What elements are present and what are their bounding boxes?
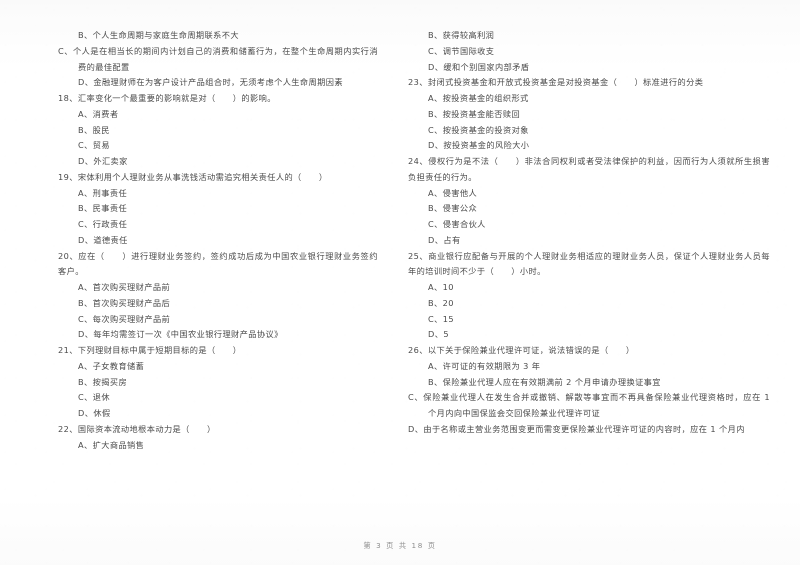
question-stem-25: 25、商业银行应配备与开展的个人理财业务相适应的理财业务人员，保证个人理财业务人… bbox=[408, 250, 770, 277]
option-item: D、道德责任 bbox=[78, 234, 128, 245]
option-item: D、缓和个别国家内部矛盾 bbox=[428, 61, 530, 72]
option-item: B、首次购买理财产品后 bbox=[78, 297, 171, 308]
option-item: C、按投资基金的投资对象 bbox=[428, 124, 529, 135]
option-item: C、15 bbox=[428, 313, 455, 324]
question-column-left: B、个人生命周期与家庭生命周期联系不大 C、个人是在相当长的期间内计划自己的消费… bbox=[0, 28, 400, 453]
option-item: D、按投资基金的风险大小 bbox=[428, 140, 530, 151]
option-item: D、金融理财师在为客户设计产品组合时，无须考虑个人生命周期因素 bbox=[78, 77, 343, 88]
question-stem-23: 23、封闭式投资基金和开放式投资基金是对投资基金（ ）标准进行的分类 bbox=[408, 77, 704, 88]
option-item: A、子女教育储蓄 bbox=[78, 360, 145, 371]
option-item: D、外汇卖家 bbox=[78, 156, 128, 166]
option-item: B、获得较高利润 bbox=[428, 30, 495, 40]
option-item: A、首次购买理财产品前 bbox=[78, 282, 171, 292]
left-column-questions: B、个人生命周期与家庭生命周期联系不大 C、个人是在相当长的期间内计划自己的消费… bbox=[58, 28, 378, 453]
option-item: C、退休 bbox=[78, 392, 110, 403]
page-footer: 第 3 页 共 18 页 bbox=[363, 541, 437, 550]
option-item: A、扩大商品销售 bbox=[78, 439, 145, 450]
option-item: B、20 bbox=[428, 297, 454, 308]
question-stem-18: 18、汇率变化一个最重要的影响就是对（ ）的影响。 bbox=[58, 93, 276, 103]
question-stem-24: 24、侵权行为是不法（ ）非法合同权利或者受法律保护的利益，因而行为人须就所生损… bbox=[408, 156, 770, 182]
option-item: C、行政责任 bbox=[78, 219, 128, 229]
question-stem-20: 20、应在（ ）进行理财业务签约，签约成功后成为中国农业银行理财业务签约客户。 bbox=[58, 250, 378, 277]
option-item: C、贸易 bbox=[78, 140, 110, 151]
option-item: C、侵害合伙人 bbox=[428, 219, 486, 229]
option-item: A、消费者 bbox=[78, 108, 119, 119]
option-item: D、5 bbox=[428, 329, 449, 340]
option-item: D、休假 bbox=[78, 408, 111, 418]
option-item: A、许可证的有效期限为 3 年 bbox=[428, 360, 541, 371]
option-item: D、占有 bbox=[428, 234, 461, 245]
option-item: B、个人生命周期与家庭生命周期联系不大 bbox=[78, 30, 239, 40]
option-item: D、每年均需签订一次《中国农业银行理财产品协议》 bbox=[78, 329, 283, 340]
question-stem-22: 22、国际资本流动地根本动力是（ ） bbox=[58, 423, 216, 434]
option-item: A、10 bbox=[428, 282, 454, 292]
option-item: C、每次购买理财产品前 bbox=[78, 313, 171, 324]
option-item: B、按投资基金能否赎回 bbox=[428, 108, 521, 119]
option-item: A、按投资基金的组织形式 bbox=[428, 93, 529, 103]
two-column-body: B、个人生命周期与家庭生命周期联系不大 C、个人是在相当长的期间内计划自己的消费… bbox=[0, 28, 800, 513]
option-item: C、个人是在相当长的期间内计划自己的消费和储蓄行为，在整个生命周期内实行消费的最… bbox=[58, 45, 378, 72]
question-stem-19: 19、宋体利用个人理财业务从事洗钱活动需追究相关责任人的（ ） bbox=[58, 171, 328, 182]
option-item: C、调节国际收支 bbox=[428, 45, 495, 56]
option-item: A、侵害他人 bbox=[428, 187, 478, 198]
right-column-questions: B、获得较高利润 C、调节国际收支 D、缓和个别国家内部矛盾 23、封闭式投资基… bbox=[408, 28, 770, 438]
question-stem-21: 21、下列理财目标中属于短期目标的是（ ） bbox=[58, 345, 242, 355]
option-item: B、按揭买房 bbox=[78, 376, 128, 387]
option-item: D、由于名称或主营业务范围变更而需变更保险兼业代理许可证的内容时，应在 1 个月… bbox=[408, 423, 745, 434]
option-item: B、保险兼业代理人应在有效期满前 2 个月申请办理换证事宜 bbox=[428, 376, 661, 387]
option-item: B、股民 bbox=[78, 124, 110, 135]
option-item: B、侵害公众 bbox=[428, 203, 478, 214]
option-item: B、民事责任 bbox=[78, 203, 128, 214]
option-item: C、保险兼业代理人在发生合并或撤销、解散等事宜而不再具备保险兼业代理资格时，应在… bbox=[408, 392, 770, 418]
question-stem-26: 26、以下关于保险兼业代理许可证，说法错误的是（ ） bbox=[408, 345, 635, 355]
option-item: A、刑事责任 bbox=[78, 187, 128, 198]
question-column-right: B、获得较高利润 C、调节国际收支 D、缓和个别国家内部矛盾 23、封闭式投资基… bbox=[400, 28, 800, 438]
document-page: B、个人生命周期与家庭生命周期联系不大 C、个人是在相当长的期间内计划自己的消费… bbox=[0, 0, 800, 565]
